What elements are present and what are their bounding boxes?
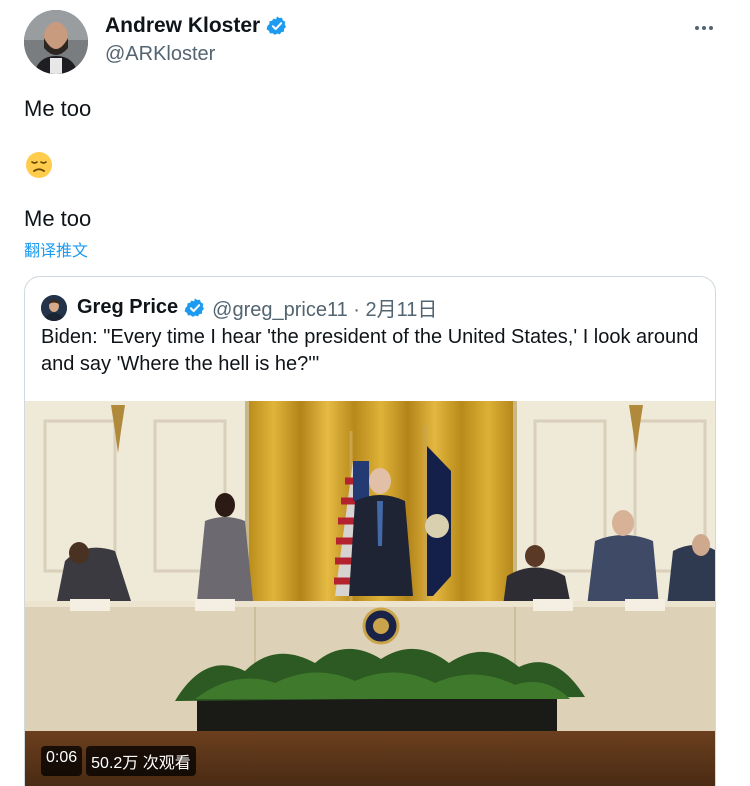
disappointed-face-icon <box>24 150 54 180</box>
author-avatar[interactable] <box>24 10 88 74</box>
quote-handle-and-date[interactable]: @greg_price11 · 2月11日 <box>212 293 437 322</box>
translate-tweet-link[interactable]: 翻译推文 <box>24 237 88 261</box>
quote-author-name[interactable]: Greg Price <box>77 296 178 319</box>
quote-verified-badge-icon <box>184 297 206 319</box>
video-duration-badge: 0:06 <box>41 746 83 776</box>
quote-author-avatar[interactable] <box>41 294 67 321</box>
video-frame-illustration <box>25 401 715 786</box>
verified-badge-icon <box>266 15 288 37</box>
video-badges: 0:06 50.2万 次观看 <box>41 746 196 776</box>
quote-header: Greg Price @greg_price11 · 2月11日 <box>41 293 437 322</box>
quote-video[interactable]: 0:06 50.2万 次观看 <box>25 401 715 786</box>
author-name-text[interactable]: Andrew Kloster <box>105 14 260 38</box>
quoted-tweet-card[interactable]: Greg Price @greg_price11 · 2月11日 Biden: … <box>24 276 716 786</box>
tweet-text-line-1: Me too <box>24 96 92 121</box>
video-views-badge: 50.2万 次观看 <box>86 746 196 776</box>
tweet-text-line-2: Me too <box>24 206 92 231</box>
quote-text: Biden: "Every time I hear 'the president… <box>41 326 699 375</box>
author-handle[interactable]: @ARKloster <box>105 43 215 66</box>
more-options-icon[interactable] <box>690 14 718 42</box>
author-display-name[interactable]: Andrew Kloster <box>105 14 288 38</box>
tweet: Andrew Kloster @ARKloster Me too Me too … <box>0 0 750 786</box>
